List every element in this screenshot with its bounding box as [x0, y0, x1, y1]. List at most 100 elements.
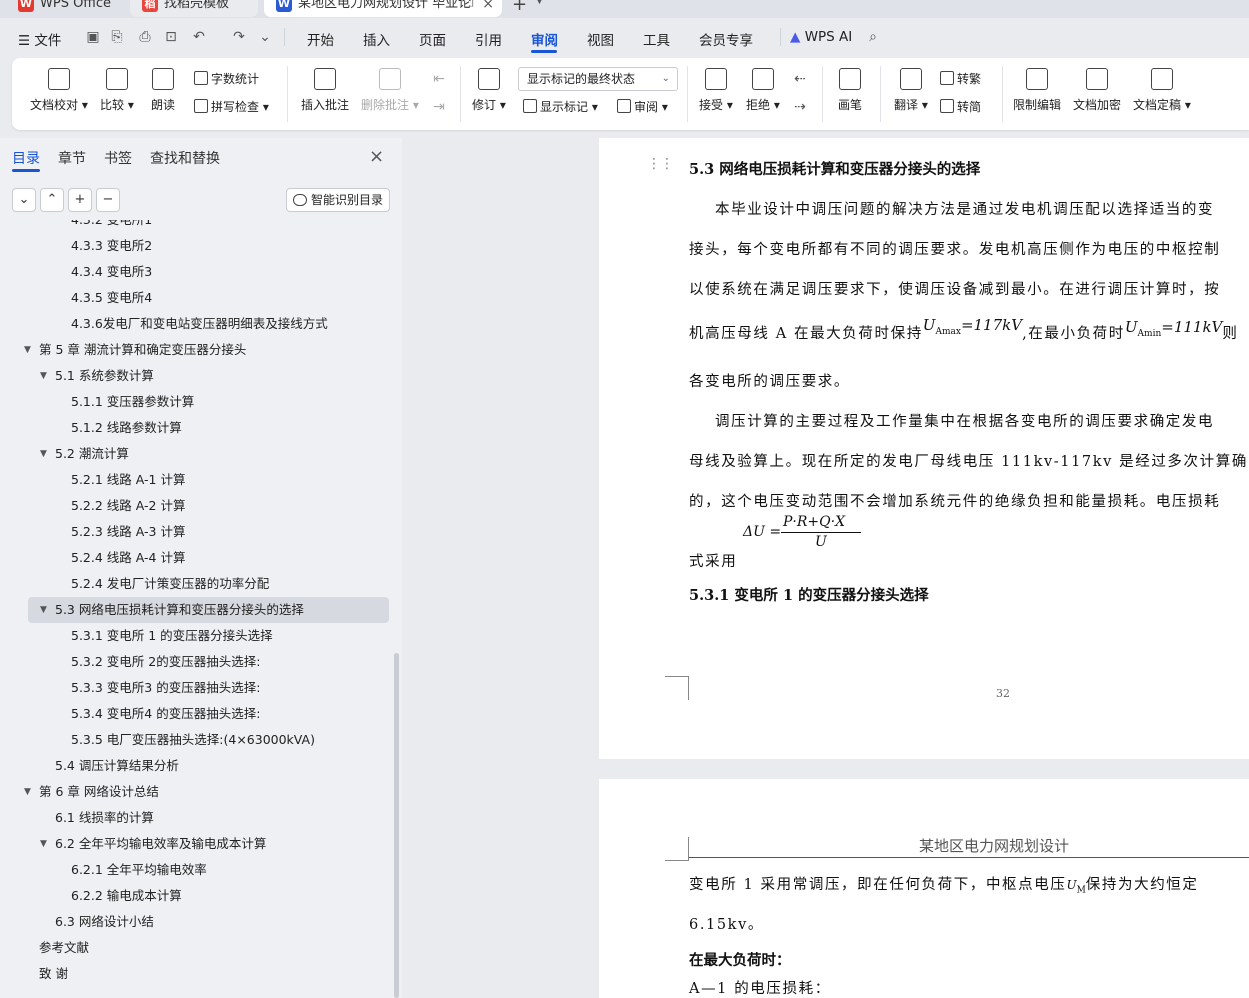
expand-toggle-icon[interactable]: ▼: [40, 831, 47, 857]
print-icon[interactable]: ⎙: [136, 28, 154, 46]
menu-start[interactable]: 开始: [307, 29, 334, 49]
expand-toggle-icon[interactable]: ▼: [40, 441, 47, 467]
more-chevron-icon[interactable]: ⌄: [256, 28, 274, 46]
smart-toc-button[interactable]: 智能识别目录: [286, 188, 390, 212]
toc-item[interactable]: 5.3.3 变电所3 的变压器抽头选择:: [0, 675, 394, 701]
toc-item[interactable]: 5.2.4 发电厂计策变压器的功率分配: [0, 571, 394, 597]
voltage-loss-formula: ΔU = P·R+Q·X U: [743, 514, 861, 550]
toc-item[interactable]: 5.2.2 线路 A-2 计算: [0, 493, 394, 519]
pen-button[interactable]: 画笔: [838, 68, 862, 113]
save-icon[interactable]: ▣: [84, 28, 102, 46]
doc-check-button[interactable]: 文档校对 ▾: [30, 68, 88, 113]
toc-item-label: 6.2.2 输电成本计算: [71, 888, 182, 903]
revise-button[interactable]: 修订 ▾: [472, 68, 506, 113]
redo-icon[interactable]: ↷: [230, 28, 248, 46]
menu-member[interactable]: 会员专享: [699, 29, 753, 49]
toc-item[interactable]: 5.3.4 变电所4 的变压器抽头选择:: [0, 701, 394, 727]
wps-ai-button[interactable]: ▲ WPS AI: [790, 29, 852, 45]
word-count-button[interactable]: 字数统计: [194, 70, 259, 87]
expand-toggle-icon[interactable]: ▼: [40, 597, 47, 623]
menu-reference[interactable]: 引用: [475, 29, 502, 49]
tab-docer-template[interactable]: 稻 找稻壳模板: [130, 0, 258, 17]
toc-item[interactable]: 5.4 调压计算结果分析: [0, 753, 394, 779]
undo-icon[interactable]: ↶: [190, 28, 208, 46]
toc-item[interactable]: 6.3 网络设计小结: [0, 909, 394, 935]
restrict-edit-button[interactable]: 限制编辑: [1013, 68, 1061, 113]
chevron-down-icon[interactable]: ▼: [536, 0, 543, 6]
remove-heading-icon[interactable]: −: [96, 188, 120, 212]
collapse-down-icon[interactable]: ⌄: [12, 188, 36, 212]
accept-button[interactable]: 接受 ▾: [699, 68, 733, 113]
nav-tab-toc[interactable]: 目录: [12, 148, 40, 168]
toc-item[interactable]: 6.2.1 全年平均输电效率: [0, 857, 394, 883]
review-pane-button[interactable]: 审阅 ▾: [617, 98, 668, 115]
to-traditional-button[interactable]: 转繁: [940, 70, 981, 87]
menu-review[interactable]: 审阅: [531, 29, 558, 49]
menu-insert[interactable]: 插入: [363, 29, 390, 49]
add-heading-icon[interactable]: +: [68, 188, 92, 212]
delete-comment-button[interactable]: 删除批注 ▾: [361, 68, 419, 113]
finalize-button[interactable]: 文档定稿 ▾: [1133, 68, 1191, 113]
toc-item[interactable]: 参考文献: [0, 935, 394, 961]
expand-toggle-icon[interactable]: ▼: [24, 337, 31, 363]
close-icon[interactable]: ×: [482, 0, 494, 17]
new-tab-icon[interactable]: +: [512, 0, 527, 15]
next-change-icon[interactable]: ⇢: [791, 98, 809, 116]
drag-handle-icon[interactable]: ⋮⋮: [647, 156, 674, 172]
close-icon[interactable]: ×: [369, 146, 384, 167]
toc-item[interactable]: 4.3.3 变电所2: [0, 233, 394, 259]
toc-item[interactable]: 5.3.5 电厂变压器抽头选择:(4×63000kVA): [0, 727, 394, 753]
file-menu[interactable]: ☰ 文件: [18, 29, 61, 49]
menu-page[interactable]: 页面: [419, 29, 446, 49]
tab-document[interactable]: W 某地区电力网规划设计 毕业论 ❐ ×: [264, 0, 502, 17]
nav-tab-find-replace[interactable]: 查找和替换: [150, 148, 220, 168]
toc-item[interactable]: 5.2.4 线路 A-4 计算: [0, 545, 394, 571]
toc-item[interactable]: 6.2.2 输电成本计算: [0, 883, 394, 909]
encrypt-button[interactable]: 文档加密: [1073, 68, 1121, 113]
translate-button[interactable]: 翻译 ▾: [894, 68, 928, 113]
toc-item[interactable]: ▼ 5.2 潮流计算: [0, 441, 394, 467]
toc-scrollbar[interactable]: [394, 653, 399, 998]
compare-button[interactable]: 比较 ▾: [100, 68, 134, 113]
prev-change-icon[interactable]: ⇠: [791, 70, 809, 88]
tab-wps-office[interactable]: W WPS Office: [6, 0, 124, 17]
insert-comment-button[interactable]: 插入批注: [301, 68, 349, 113]
toc-item[interactable]: 5.2.3 线路 A-3 计算: [0, 519, 394, 545]
toc-item[interactable]: 4.3.6发电厂和变电站变压器明细表及接线方式: [0, 311, 394, 337]
next-comment-icon[interactable]: ⇥: [430, 98, 448, 116]
restore-icon[interactable]: ❐: [464, 0, 474, 17]
toc-item[interactable]: 4.3.2 变电所1: [0, 220, 394, 233]
toc-item[interactable]: 5.1.1 变压器参数计算: [0, 389, 394, 415]
toc-item[interactable]: 6.1 线损率的计算: [0, 805, 394, 831]
toc-item[interactable]: 4.3.4 变电所3: [0, 259, 394, 285]
formula-denominator: U: [815, 534, 827, 550]
toc-item[interactable]: ▼ 第 5 章 潮流计算和确定变压器分接头: [0, 337, 394, 363]
menu-view[interactable]: 视图: [587, 29, 614, 49]
toc-item[interactable]: ▼ 5.3 网络电压损耗计算和变压器分接头的选择: [28, 597, 389, 623]
read-aloud-button[interactable]: 朗读: [151, 68, 175, 113]
to-simplified-button[interactable]: 转简: [940, 98, 981, 115]
show-markup-button[interactable]: 显示标记 ▾: [523, 98, 598, 115]
reject-button[interactable]: 拒绝 ▾: [746, 68, 780, 113]
toc-item[interactable]: ▼ 5.1 系统参数计算: [0, 363, 394, 389]
markup-state-select[interactable]: 显示标记的最终状态 ⌄: [518, 67, 678, 91]
toc-item[interactable]: ▼ 第 6 章 网络设计总结: [0, 779, 394, 805]
expand-up-icon[interactable]: ⌃: [40, 188, 64, 212]
toc-item[interactable]: 5.3.2 变电所 2的变压器抽头选择:: [0, 649, 394, 675]
spell-check-button[interactable]: 拼写检查 ▾: [194, 98, 269, 115]
menu-tools[interactable]: 工具: [643, 29, 670, 49]
search-icon[interactable]: ⌕: [864, 28, 882, 46]
toc-item[interactable]: ▼ 6.2 全年平均输电效率及输电成本计算: [0, 831, 394, 857]
print-preview-icon[interactable]: ⊡: [162, 28, 180, 46]
toc-item[interactable]: 5.2.1 线路 A-1 计算: [0, 467, 394, 493]
toc-item[interactable]: 5.3.1 变电所 1 的变压器分接头选择: [0, 623, 394, 649]
expand-toggle-icon[interactable]: ▼: [40, 363, 47, 389]
expand-toggle-icon[interactable]: ▼: [24, 779, 31, 805]
nav-tab-bookmarks[interactable]: 书签: [104, 148, 132, 168]
prev-comment-icon[interactable]: ⇤: [430, 70, 448, 88]
toc-item[interactable]: 4.3.5 变电所4: [0, 285, 394, 311]
export-icon[interactable]: ⎘: [108, 28, 126, 46]
toc-item[interactable]: 5.1.2 线路参数计算: [0, 415, 394, 441]
toc-item[interactable]: 致 谢: [0, 961, 394, 987]
nav-tab-chapters[interactable]: 章节: [58, 148, 86, 168]
